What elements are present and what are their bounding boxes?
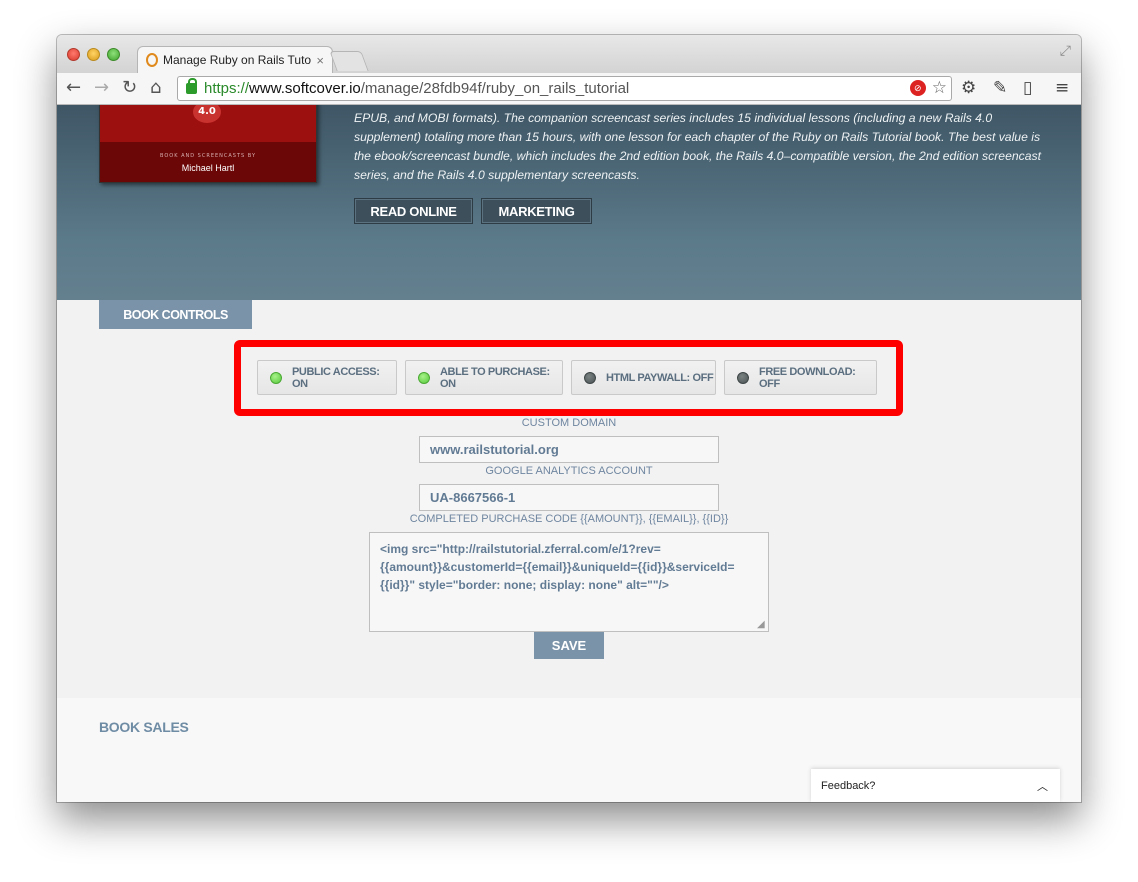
lock-icon — [186, 78, 197, 94]
read-online-button[interactable]: READ ONLINE — [354, 198, 473, 224]
book-sales-section: BOOK SALES Feedback? ︿ — [57, 698, 1081, 802]
url-scheme: https:// — [204, 80, 250, 97]
book-hero: 4.0 BOOK AND SCREENCASTS BY Michael Hart… — [57, 105, 1081, 300]
reload-icon[interactable]: ↻ — [122, 77, 137, 99]
book-description: EPUB, and MOBI formats). The companion s… — [354, 111, 1041, 182]
status-off-icon — [584, 371, 596, 384]
fullscreen-icon[interactable]: ⤢ — [1060, 43, 1071, 59]
url-path: /manage/28fdb94f/ruby_on_rails_tutorial — [360, 80, 630, 97]
address-bar[interactable]: https:// www.softcover.io /manage/28fdb9… — [177, 76, 952, 101]
able-to-purchase-toggle[interactable]: ABLE TO PURCHASE: ON — [405, 360, 563, 395]
home-icon[interactable]: ⌂ — [150, 77, 161, 99]
tab-close-icon[interactable]: × — [316, 53, 324, 68]
browser-window: Manage Ruby on Rails Tuto × ⤢ ← → ↻ ⌂ ht… — [57, 35, 1081, 802]
book-cover: 4.0 BOOK AND SCREENCASTS BY Michael Hart… — [99, 105, 317, 183]
forward-arrow-icon[interactable]: → — [94, 77, 109, 99]
book-sales-heading: BOOK SALES — [99, 719, 189, 735]
feedback-widget[interactable]: Feedback? ︿ — [811, 769, 1060, 802]
browser-tab[interactable]: Manage Ruby on Rails Tuto × — [137, 46, 333, 73]
page-content: 4.0 BOOK AND SCREENCASTS BY Michael Hart… — [57, 105, 1081, 802]
minimize-window-button[interactable] — [87, 48, 100, 61]
mobile-device-icon[interactable]: ▯ — [1023, 78, 1032, 98]
purchase-code-textarea[interactable]: <img src="http://railstutorial.zferral.c… — [369, 532, 769, 632]
free-download-toggle[interactable]: FREE DOWNLOAD: OFF — [724, 360, 877, 395]
custom-domain-input[interactable] — [419, 436, 719, 463]
softcover-favicon-icon — [146, 53, 158, 67]
url-host: www.softcover.io — [249, 80, 361, 97]
status-on-icon — [270, 371, 282, 384]
cover-byline: BOOK AND SCREENCASTS BY — [160, 153, 256, 159]
public-access-toggle[interactable]: PUBLIC ACCESS: ON — [257, 360, 397, 395]
analytics-input[interactable] — [419, 484, 719, 511]
feedback-label: Feedback? — [821, 779, 876, 792]
new-tab-button[interactable] — [329, 51, 369, 71]
status-off-icon — [737, 371, 749, 384]
analytics-label: GOOGLE ANALYTICS ACCOUNT — [485, 465, 653, 477]
html-paywall-toggle[interactable]: HTML PAYWALL: OFF — [571, 360, 716, 395]
purchase-code-label: COMPLETED PURCHASE CODE {{AMOUNT}}, {{EM… — [409, 513, 729, 525]
status-on-icon — [418, 371, 430, 384]
cover-author: Michael Hartl — [181, 163, 235, 173]
chevron-up-icon[interactable]: ︿ — [1037, 778, 1048, 794]
save-button[interactable]: SAVE — [534, 632, 604, 659]
back-arrow-icon[interactable]: ← — [66, 77, 81, 99]
tab-book-controls[interactable]: BOOK CONTROLS — [99, 300, 252, 329]
close-window-button[interactable] — [67, 48, 80, 61]
browser-toolbar: ← → ↻ ⌂ https:// www.softcover.io /manag… — [57, 73, 1081, 105]
resize-handle-icon[interactable]: ◢ — [757, 619, 765, 630]
adblock-icon[interactable]: ⊘ — [909, 80, 926, 96]
settings-gear-icon[interactable]: ⚙ — [961, 78, 976, 98]
menu-hamburger-icon[interactable]: ≡ — [1055, 78, 1069, 98]
bookmark-star-icon[interactable]: ☆ — [932, 79, 947, 97]
marketing-button[interactable]: MARKETING — [481, 198, 592, 224]
eyedropper-icon[interactable]: ✎ — [993, 78, 1007, 98]
maximize-window-button[interactable] — [107, 48, 120, 61]
title-bar: Manage Ruby on Rails Tuto × ⤢ — [57, 35, 1081, 73]
custom-domain-label: CUSTOM DOMAIN — [521, 417, 617, 429]
tab-title: Manage Ruby on Rails Tuto — [163, 53, 312, 67]
